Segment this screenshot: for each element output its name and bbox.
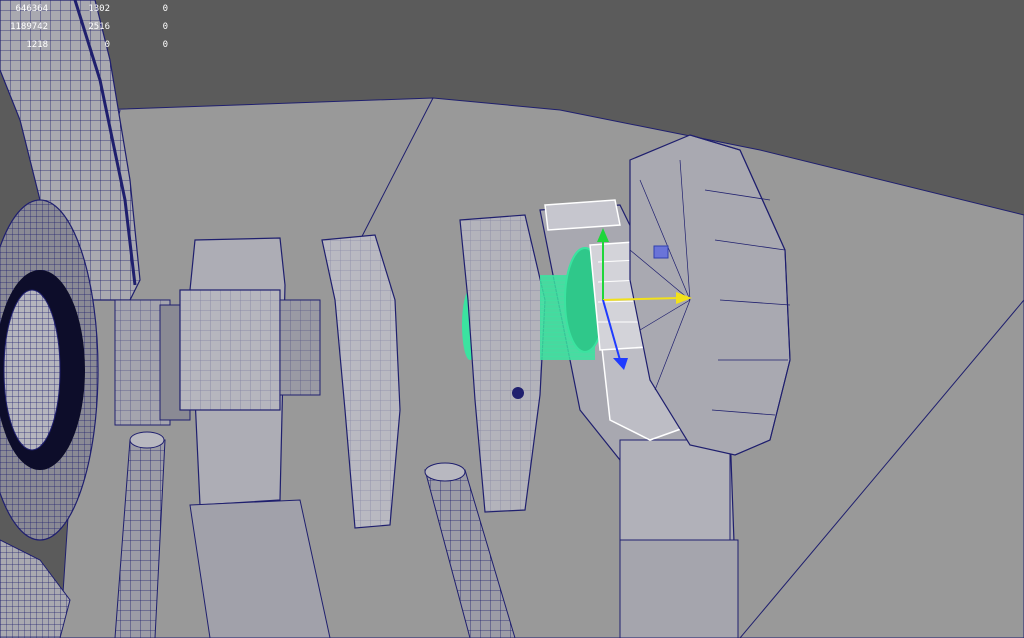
- hud-stat-value: 0: [162, 22, 168, 32]
- hud-row: 646364 1302 0: [0, 4, 180, 16]
- hud-stat-value: 646364: [15, 4, 48, 14]
- scene-canvas[interactable]: [0, 0, 1024, 638]
- plane-handle[interactable]: [653, 245, 669, 259]
- gear-hub-left[interactable]: [114, 299, 191, 426]
- viewport-3d[interactable]: [0, 0, 1024, 638]
- hud-stat-value: 1218: [26, 40, 48, 50]
- hud-row: 1189742 2516 0: [0, 22, 180, 34]
- hud-stat-value: 1189742: [10, 22, 48, 32]
- hud-stat-value: 0: [162, 40, 168, 50]
- hud-row: 1218 0 0: [0, 40, 180, 52]
- hud-stat-value: 2516: [88, 22, 110, 32]
- hud-stat-value: 1302: [88, 4, 110, 14]
- hud-stat-value: 0: [104, 40, 110, 50]
- hud-stats-panel: 646364 1302 0 1189742 2516 0 1218 0 0: [0, 0, 180, 56]
- hud-stat-value: 0: [162, 4, 168, 14]
